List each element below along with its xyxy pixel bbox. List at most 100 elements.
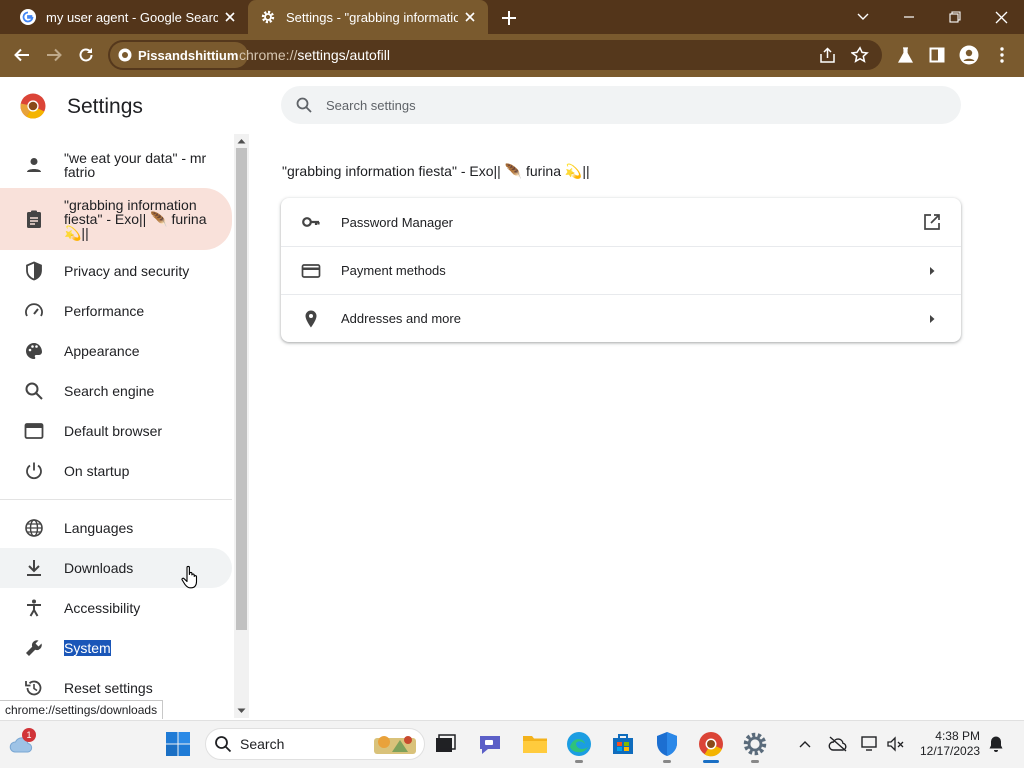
autofill-card: Password Manager Payment methods Address… (281, 198, 961, 342)
side-panel-icon (929, 47, 945, 63)
hand-cursor-icon (181, 565, 198, 589)
back-button[interactable] (7, 40, 37, 70)
clipboard-icon (27, 210, 41, 228)
key-icon (302, 217, 320, 227)
sidebar-item-system[interactable]: System (0, 631, 232, 665)
running-indicator (751, 760, 759, 763)
history-icon (25, 680, 42, 696)
active-indicator (703, 760, 719, 763)
sidebar-item-performance[interactable]: Performance (0, 294, 232, 328)
close-tab-icon[interactable] (222, 9, 238, 25)
tab-google-search[interactable]: my user agent - Google Search (8, 0, 248, 34)
shield-icon (657, 732, 677, 756)
url-text[interactable]: chrome://settings/autofill (239, 47, 390, 63)
taskbar-search[interactable]: Search (205, 728, 425, 760)
sidebar-item-default-browser[interactable]: Default browser (0, 414, 232, 448)
store-button[interactable] (609, 730, 637, 758)
onedrive-offline-icon[interactable] (828, 735, 848, 753)
sidebar-item-privacy[interactable]: Privacy and security (0, 254, 232, 288)
file-explorer-button[interactable] (521, 730, 549, 758)
sidebar-item-autofill[interactable]: "grabbing information fiesta" - Exo|| 🪶 … (0, 188, 232, 250)
page-title: Settings (67, 95, 143, 118)
chrome-logo-icon (699, 732, 723, 757)
sidebar-item-label: Appearance (64, 343, 140, 359)
close-tab-icon[interactable] (462, 9, 478, 25)
system-clock[interactable]: 4:38 PM 12/17/2023 (920, 729, 980, 759)
tab-title: Settings - "grabbing information fiesta"… (286, 9, 458, 25)
sidebar-item-label: "grabbing information fiesta" - Exo|| 🪶 … (64, 197, 207, 241)
share-icon (819, 46, 835, 63)
arrow-left-icon (14, 48, 29, 62)
scroll-down-icon[interactable] (236, 707, 247, 715)
sidebar-item-search-engine[interactable]: Search engine (0, 374, 232, 408)
side-panel-button[interactable] (922, 40, 952, 70)
reload-button[interactable] (71, 40, 101, 70)
start-button[interactable] (165, 731, 191, 757)
close-window-button[interactable] (978, 0, 1024, 34)
network-icon[interactable] (860, 735, 880, 753)
new-tab-icon[interactable] (498, 7, 520, 29)
google-g-icon (20, 9, 36, 25)
status-url-bubble: chrome://settings/downloads (0, 700, 164, 719)
speedometer-icon (25, 303, 43, 317)
search-highlight-icon (374, 736, 416, 754)
task-view-icon (436, 734, 456, 752)
defender-button[interactable] (653, 730, 681, 758)
payment-methods-row[interactable]: Payment methods (281, 246, 961, 294)
sidebar-item-label: Privacy and security (64, 263, 190, 279)
tab-search-button[interactable] (840, 0, 886, 34)
arrow-right-icon[interactable] (923, 310, 941, 328)
share-button[interactable] (812, 40, 842, 70)
clock-time: 4:38 PM (935, 729, 980, 743)
palette-icon (26, 343, 42, 359)
chrome-logo-icon (20, 93, 46, 119)
open-external-icon[interactable] (923, 213, 941, 231)
shield-icon (26, 261, 42, 281)
sidebar-item-label: Performance (64, 303, 145, 319)
chat-icon (480, 736, 500, 754)
password-manager-row[interactable]: Password Manager (281, 198, 961, 246)
sidebar-item-languages[interactable]: Languages (0, 511, 232, 545)
browser-window-icon (24, 423, 44, 439)
bookmark-button[interactable] (845, 40, 875, 70)
forward-button[interactable] (39, 40, 69, 70)
row-label: Addresses and more (341, 311, 461, 326)
volume-muted-icon[interactable] (886, 735, 906, 753)
tab-settings[interactable]: Settings - "grabbing information fiesta"… (248, 0, 488, 34)
credit-card-icon (301, 263, 321, 278)
location-pin-icon (305, 310, 317, 327)
edge-button[interactable] (565, 730, 593, 758)
chrome-taskbar-button[interactable] (697, 730, 725, 758)
menu-button[interactable] (987, 40, 1017, 70)
scroll-up-icon[interactable] (236, 137, 247, 145)
reload-icon (79, 48, 93, 62)
task-view-button[interactable] (431, 730, 459, 758)
wrench-icon (26, 640, 42, 656)
arrow-right-icon[interactable] (923, 262, 941, 280)
settings-taskbar-button[interactable] (741, 730, 769, 758)
sidebar-item-accessibility[interactable]: Accessibility (0, 591, 232, 625)
sidebar-item-you-and-google[interactable]: "we eat your data" - mr fatrio (0, 148, 232, 182)
search-settings-input[interactable]: Search settings (281, 86, 961, 124)
minimize-button[interactable] (886, 0, 932, 34)
folder-icon (523, 736, 547, 753)
row-label: Payment methods (341, 263, 446, 278)
teams-chat-button[interactable] (476, 730, 504, 758)
profile-button[interactable] (954, 40, 984, 70)
notification-bell-icon[interactable] (988, 735, 1004, 753)
row-label: Password Manager (341, 214, 453, 230)
extensions-button[interactable] (890, 40, 920, 70)
restore-button[interactable] (932, 0, 978, 34)
chevron-up-icon[interactable] (798, 738, 812, 750)
addresses-row[interactable]: Addresses and more (281, 294, 961, 342)
search-icon (25, 382, 43, 400)
star-icon (851, 46, 869, 63)
accessibility-icon (27, 599, 41, 617)
sidebar-item-on-startup[interactable]: On startup (0, 454, 232, 488)
sidebar-scrollbar-thumb[interactable] (236, 148, 247, 630)
chevron-down-icon (857, 13, 869, 20)
weather-widget[interactable]: 1 (8, 728, 38, 756)
sidebar-item-appearance[interactable]: Appearance (0, 334, 232, 368)
taskbar-search-label: Search (240, 736, 285, 752)
page-info-chip[interactable]: Pissandshittium (110, 42, 249, 68)
